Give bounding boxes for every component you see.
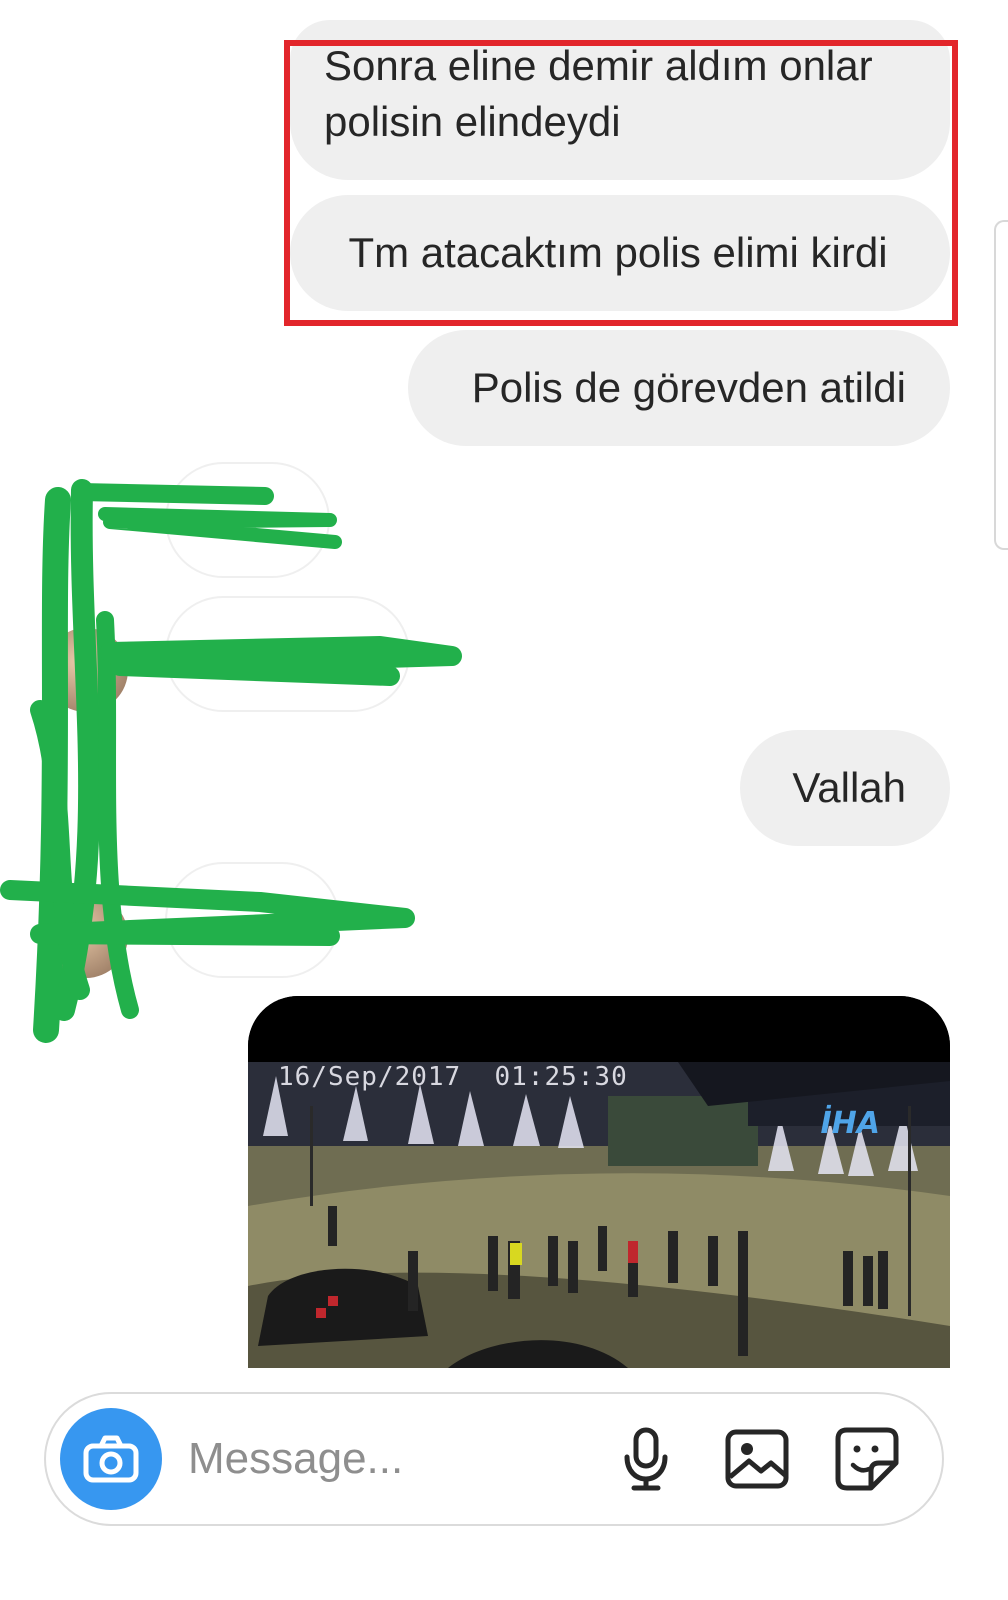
message-text: Sonra eline demir aldım onlar polisin el… <box>324 42 873 145</box>
incoming-message-redacted[interactable] <box>165 462 330 578</box>
incoming-message-redacted[interactable] <box>165 596 410 712</box>
gallery-button[interactable] <box>722 1424 792 1494</box>
microphone-icon <box>624 1427 668 1491</box>
outgoing-message[interactable]: Sonra eline demir aldım onlar polisin el… <box>290 20 950 180</box>
cctv-scene <box>248 996 950 1368</box>
gallery-icon <box>725 1429 789 1489</box>
message-text: Vallah <box>792 764 906 811</box>
sticker-icon <box>835 1427 899 1491</box>
message-text: Polis de görevden atildi <box>471 364 906 411</box>
microphone-button[interactable] <box>611 1424 681 1494</box>
shared-media-video[interactable]: 16/Sep/2017 01:25:30 İHA <box>248 996 950 1368</box>
outgoing-message[interactable]: Polis de görevden atildi <box>408 330 950 446</box>
camera-icon <box>83 1435 139 1483</box>
news-watermark: İHA <box>820 1106 881 1141</box>
sticker-button[interactable] <box>832 1424 902 1494</box>
outgoing-message[interactable]: Tm atacaktım polis elimi kirdi <box>290 195 950 311</box>
message-composer <box>44 1392 944 1526</box>
camera-button[interactable] <box>60 1408 162 1510</box>
incoming-message-redacted[interactable] <box>165 862 340 978</box>
message-text: Tm atacaktım polis elimi kirdi <box>348 229 888 276</box>
scroll-indicator <box>994 220 1008 550</box>
outgoing-message[interactable]: Vallah <box>740 730 950 846</box>
message-input[interactable] <box>186 1428 590 1490</box>
video-timestamp: 16/Sep/2017 01:25:30 <box>278 1062 628 1092</box>
avatar[interactable] <box>44 628 128 712</box>
avatar[interactable] <box>44 894 128 978</box>
